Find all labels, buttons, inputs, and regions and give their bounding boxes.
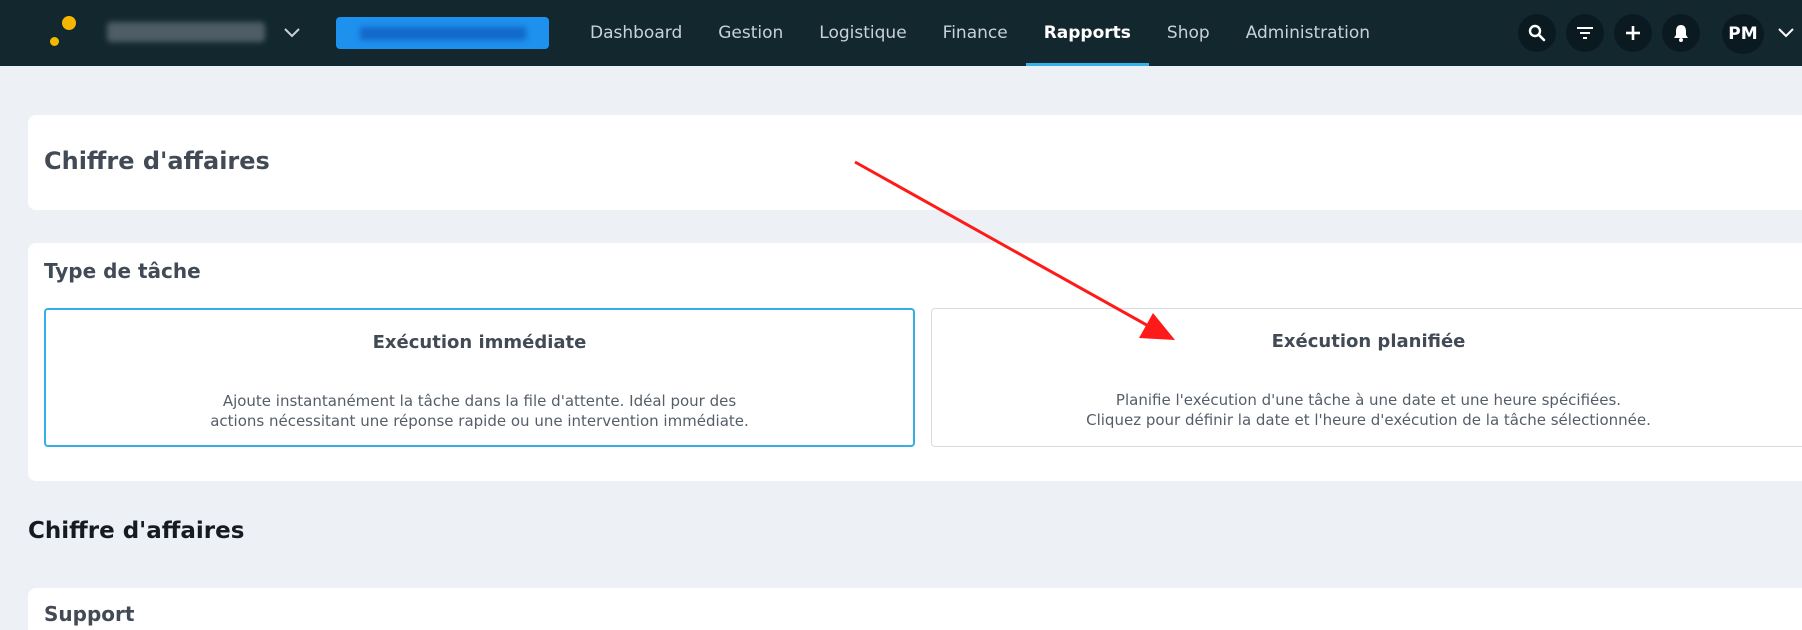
logo[interactable] [46, 16, 80, 50]
filter-icon [1577, 27, 1593, 39]
nav-item-logistique[interactable]: Logistique [801, 0, 924, 66]
option-title: Exécution planifiée [1271, 331, 1466, 352]
add-button[interactable] [1614, 14, 1652, 52]
nav-item-shop[interactable]: Shop [1149, 0, 1228, 66]
page-title: Chiffre d'affaires [44, 147, 270, 175]
support-heading: Support [44, 602, 135, 626]
search-button[interactable] [1518, 14, 1556, 52]
blurred-action-button[interactable] [336, 17, 549, 49]
option-immediate-execution[interactable]: Exécution immédiate Ajoute instantanémen… [44, 308, 915, 447]
chevron-down-icon[interactable] [1776, 24, 1796, 42]
option-description-line: actions nécessitant une réponse rapide o… [210, 412, 749, 430]
nav-item-rapports[interactable]: Rapports [1025, 0, 1150, 66]
nav-item-dashboard[interactable]: Dashboard [572, 0, 700, 66]
nav-item-finance[interactable]: Finance [925, 0, 1026, 66]
nav-item-gestion[interactable]: Gestion [700, 0, 801, 66]
option-description: Ajoute instantanément la tâche dans la f… [46, 391, 913, 431]
option-title: Exécution immédiate [372, 332, 587, 353]
top-navigation-bar: Dashboard Gestion Logistique Finance Rap… [0, 0, 1802, 66]
logo-dot-large [62, 16, 76, 30]
option-scheduled-execution[interactable]: Exécution planifiée Planifie l'exécution… [931, 308, 1802, 447]
option-description-line: Ajoute instantanément la tâche dans la f… [222, 392, 737, 410]
blurred-button-label [360, 27, 526, 40]
task-type-heading: Type de tâche [44, 259, 201, 283]
task-type-card: Type de tâche Exécution immédiate Ajoute… [28, 243, 1802, 481]
section-title: Chiffre d'affaires [28, 518, 245, 544]
option-description-line: Cliquez pour définir la date et l'heure … [1086, 411, 1651, 429]
plus-icon [1626, 26, 1640, 40]
logo-dot-small [50, 37, 59, 46]
organization-selector-blurred[interactable] [107, 22, 265, 42]
bell-icon [1674, 25, 1688, 42]
filter-button[interactable] [1566, 14, 1604, 52]
support-card: Support [28, 588, 1802, 630]
option-description-line: Planifie l'exécution d'une tâche à une d… [1115, 391, 1622, 409]
chevron-down-icon[interactable] [282, 24, 302, 42]
nav-item-administration[interactable]: Administration [1228, 0, 1388, 66]
report-title-card: Chiffre d'affaires [28, 115, 1802, 210]
option-description: Planifie l'exécution d'une tâche à une d… [932, 390, 1802, 430]
search-icon [1528, 24, 1546, 42]
main-nav: Dashboard Gestion Logistique Finance Rap… [572, 0, 1388, 66]
notifications-button[interactable] [1662, 14, 1700, 52]
avatar[interactable]: PM [1722, 14, 1764, 54]
